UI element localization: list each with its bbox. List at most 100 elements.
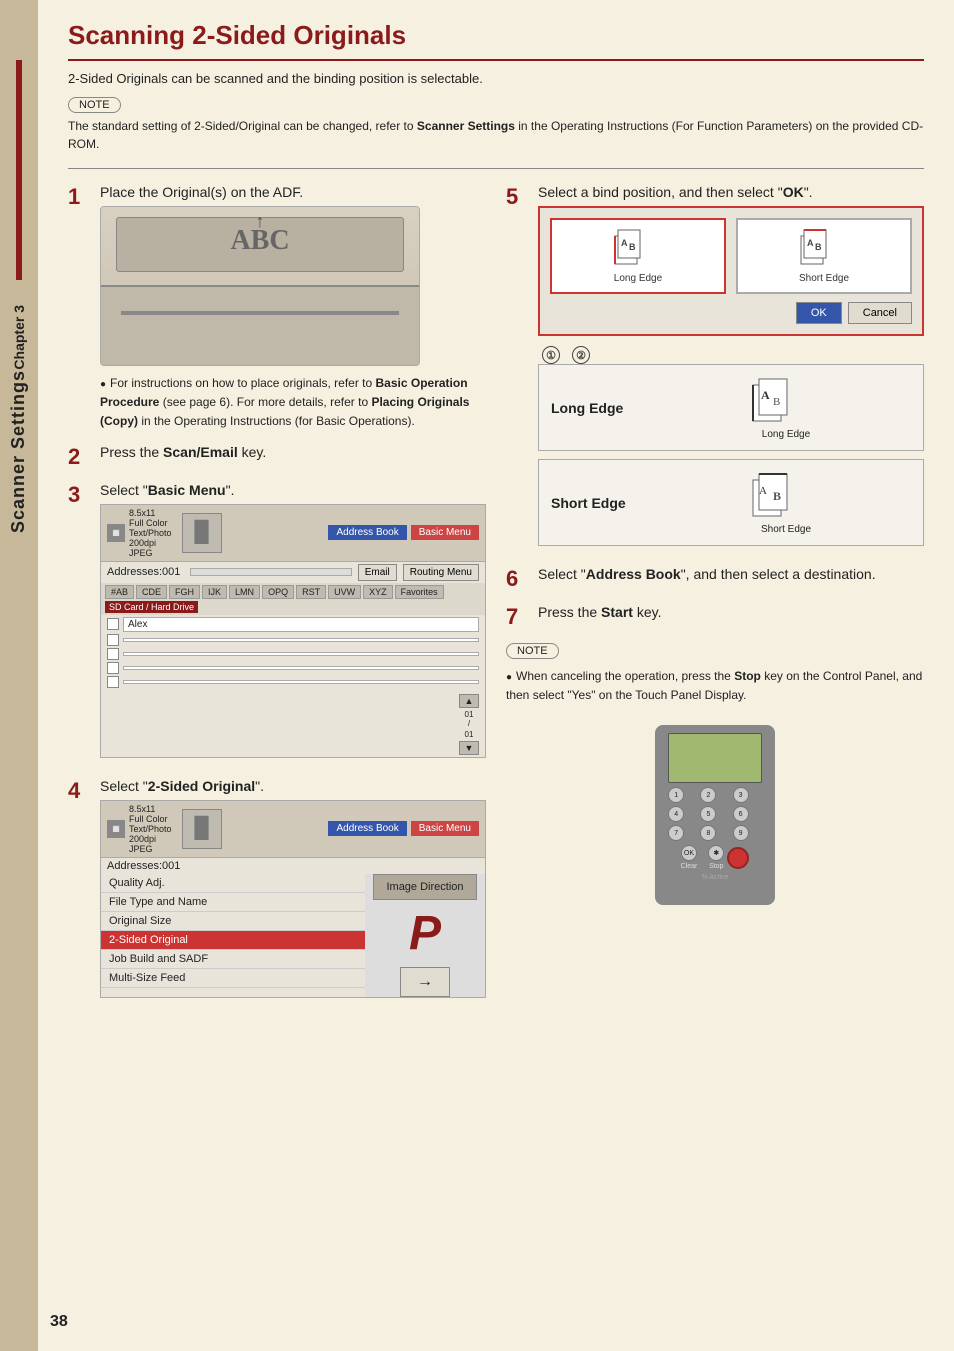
cp-btn-4: 4 [668,806,684,822]
col-left: 1 Place the Original(s) on the ADF. ABC [68,184,486,1010]
long-edge-icon-label: Long Edge [762,429,810,440]
svg-text:A: A [621,238,628,248]
control-panel-wrapper: 1 2 3 4 5 6 7 8 9 OK Clear [506,715,924,915]
tab-uvw[interactable]: UVW [328,585,361,599]
address-book-btn-3[interactable]: Address Book [328,525,406,540]
menu-bar-4: ▐▌ [182,809,222,849]
note-label-top: NOTE [79,99,110,111]
tab-lmn[interactable]: LMN [229,585,260,599]
step-3: 3 Select "Basic Menu". ▦ 8.5x11 Full Col… [68,482,486,766]
cp-btn-8: 8 [700,825,716,841]
step-7-label: Press the Start key. [538,604,924,620]
step-1-content: Place the Original(s) on the ADF. ABC ↑ [100,184,486,432]
img-direction-label: Image Direction [373,874,476,900]
menu-ui-header-4: ▦ 8.5x11 Full Color Text/Photo 200dpi JP… [101,801,485,858]
routing-btn-3[interactable]: Routing Menu [403,564,479,581]
page-number: 38 [50,1313,68,1331]
step-7-num: 7 [506,604,528,630]
contact-name-alex: Alex [123,617,479,632]
scanner-size-3: 8.5x11 [129,508,172,518]
step-4-num: 4 [68,778,90,998]
menu-size-4: 8.5x11 [129,804,172,814]
tab-ijk[interactable]: IJK [202,585,227,599]
note-box-bottom: NOTE [506,643,559,659]
long-edge-label: Long Edge [560,273,716,284]
menu-item-jobbuild[interactable]: Job Build and SADF [101,950,365,969]
contact-row-4 [107,662,479,674]
tab-cde[interactable]: CDE [136,585,167,599]
step-3-num: 3 [68,482,90,766]
menu-item-origsize[interactable]: Original Size [101,912,365,931]
contact-check[interactable] [107,618,119,630]
menu-addr-btn-4[interactable]: Address Book [328,821,406,836]
step-2: 2 Press the Scan/Email key. [68,444,486,470]
contact-name-4 [123,666,479,670]
contact-name-2 [123,638,479,642]
bind-ok-btn[interactable]: OK [796,302,842,324]
bind-cancel-btn[interactable]: Cancel [848,302,912,324]
nav-up[interactable]: ▲ [459,694,479,708]
nav-arrows-3: ▲ 01/ 01 ▼ [459,694,479,755]
scanner-ui-header-3: ▦ 8.5x11 Full Color Text/Photo 200dpi JP… [101,505,485,562]
short-edge-detail-img: A B Short Edge [661,470,911,535]
tab-rst[interactable]: RST [296,585,326,599]
step-7-content: Press the Start key. [538,604,924,630]
tab-ab[interactable]: #AB [105,585,134,599]
step-4: 4 Select "2-Sided Original". ▦ 8.5x11 Fu… [68,778,486,998]
contact-check-2[interactable] [107,634,119,646]
svg-text:A: A [759,485,767,497]
long-edge-detail-label: Long Edge [551,400,641,416]
feed-icon: → [400,967,450,997]
menu-basic-btn-4[interactable]: Basic Menu [411,821,479,836]
step-3-content: Select "Basic Menu". ▦ 8.5x11 Full Color… [100,482,486,766]
feed-arrow-icon: → [417,973,433,991]
menu-item-quality[interactable]: Quality Adj. [101,874,365,893]
svg-text:B: B [815,242,822,252]
basic-menu-btn-3[interactable]: Basic Menu [411,525,479,540]
menu-addr-label-4: Addresses:001 [107,860,180,872]
tab-xyz[interactable]: XYZ [363,585,393,599]
menu-item-filetype[interactable]: File Type and Name [101,893,365,912]
sidebar-text-container: Chapter 3 Scanner Settings [8,290,30,533]
long-edge-detail: Long Edge A B Long Edge [538,364,924,451]
cp-active-label: % Active [702,874,729,881]
contact-check-5[interactable] [107,676,119,688]
short-edge-svg: A B [799,228,849,266]
svg-text:A: A [761,388,770,402]
step-1-num: 1 [68,184,90,432]
circle-1: ① [542,346,560,364]
bottom-note-list: When canceling the operation, press the … [506,667,924,705]
sd-btn-3[interactable]: SD Card / Hard Drive [105,601,198,613]
scanner-color-3: Full Color [129,518,172,528]
bind-option-short[interactable]: A B Short Edge [736,218,912,294]
long-edge-svg: A B [613,228,663,266]
svg-text:A: A [807,238,814,248]
email-btn-3[interactable]: Email [358,564,397,581]
subtitle-text: 2-Sided Originals can be scanned and the… [68,71,924,86]
step-1-bullet-1: For instructions on how to place origina… [100,374,486,432]
tab-fgh[interactable]: FGH [169,585,200,599]
step-4-label: Select "2-Sided Original". [100,778,486,794]
menu-visual-content: Image Direction P → [373,874,476,997]
menu-side-4: Quality Adj. File Type and Name Original… [101,874,485,997]
tab-fav[interactable]: Favorites [395,585,444,599]
contact-check-4[interactable] [107,662,119,674]
menu-icon-4: ▦ [107,820,125,838]
tab-opq[interactable]: OPQ [262,585,294,599]
contact-row-2 [107,634,479,646]
addresses-label-3: Addresses:001 [107,566,180,578]
nav-row-3: ▲ 01/ 01 ▼ [101,692,485,757]
menu-item-multisize[interactable]: Multi-Size Feed [101,969,365,988]
cp-btn-9: 9 [733,825,749,841]
svg-text:B: B [629,242,636,252]
menu-mode-4: Text/Photo [129,824,172,834]
menu-item-2sided[interactable]: 2-Sided Original [101,931,365,950]
nav-down[interactable]: ▼ [459,741,479,755]
menu-ui-step4: ▦ 8.5x11 Full Color Text/Photo 200dpi JP… [100,800,486,998]
bind-options: A B Long Edge [550,218,912,294]
scanner-btns-3: Address Book Basic Menu [328,525,479,540]
bind-option-long[interactable]: A B Long Edge [550,218,726,294]
step-5-label: Select a bind position, and then select … [538,184,924,200]
contact-check-3[interactable] [107,648,119,660]
long-edge-icon: A B [560,228,716,269]
